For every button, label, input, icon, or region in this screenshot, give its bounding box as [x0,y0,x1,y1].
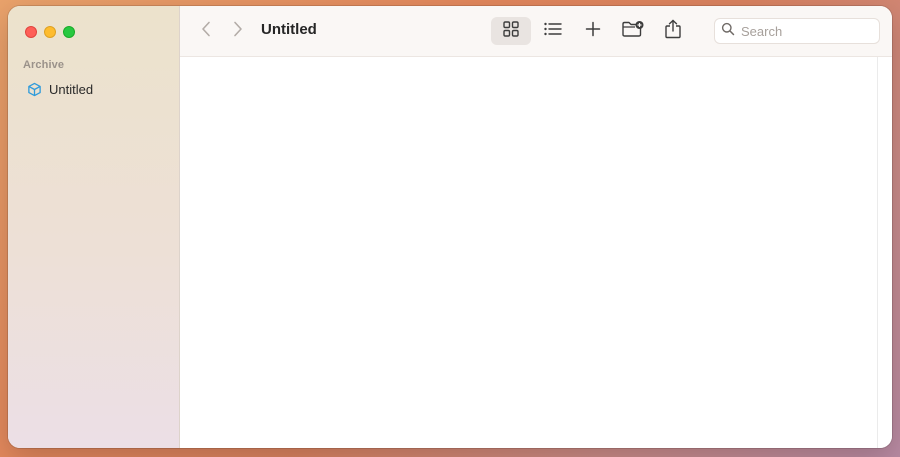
chevron-right-icon [233,21,243,42]
cube-icon [26,81,42,97]
close-window-button[interactable] [25,26,37,38]
add-button[interactable] [577,17,609,45]
window-title: Untitled [261,21,317,38]
window-controls [25,26,75,38]
forward-button[interactable] [227,19,249,43]
minimize-window-button[interactable] [44,26,56,38]
list-view-button[interactable] [533,17,573,45]
new-folder-button[interactable] [616,17,650,45]
grid-view-button[interactable] [491,17,531,45]
grid-view-icon [502,20,520,43]
sidebar: Archive Untitled [8,6,180,448]
sidebar-item-label: Untitled [49,81,94,97]
search-icon [721,22,735,41]
zoom-window-button[interactable] [63,26,75,38]
scrollbar-track[interactable] [877,57,878,448]
search-input[interactable]: Search [741,24,782,39]
new-folder-icon [621,20,645,43]
back-button[interactable] [195,19,217,43]
plus-icon [585,21,601,42]
list-view-icon [543,21,563,42]
sidebar-section-label: Archive [23,59,65,71]
chevron-left-icon [201,21,211,42]
app-window: Archive Untitled Untitled Search [8,6,892,448]
sidebar-item-untitled[interactable]: Untitled [20,78,170,100]
toolbar: Untitled Search [180,6,892,57]
share-button[interactable] [656,17,690,45]
share-icon [664,19,682,44]
search-field[interactable]: Search [714,18,880,44]
content-area[interactable] [180,57,892,448]
